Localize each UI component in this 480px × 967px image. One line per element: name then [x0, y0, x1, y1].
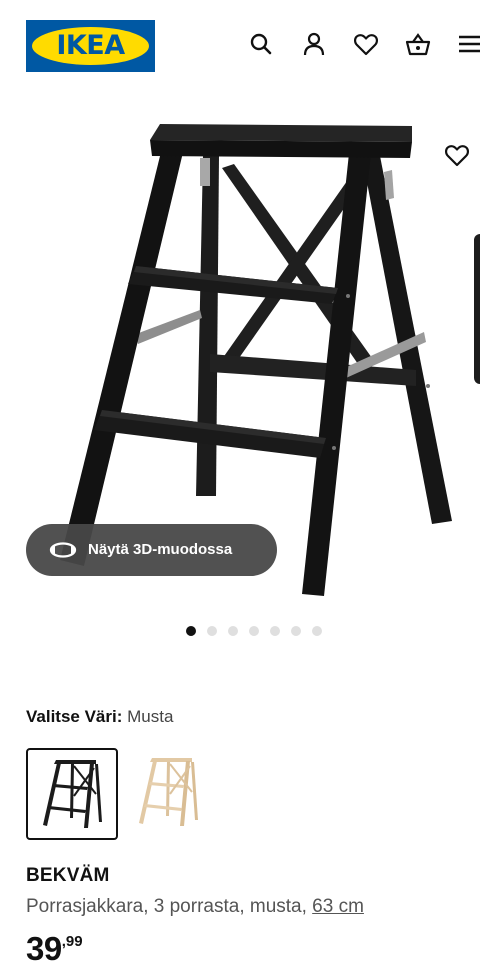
pagination-dot-6[interactable] — [291, 626, 301, 636]
view-in-3d-label: Näytä 3D-muodossa — [88, 541, 233, 558]
pagination-dot-2[interactable] — [207, 626, 217, 636]
pagination-dot-4[interactable] — [249, 626, 259, 636]
pagination-dot-3[interactable] — [228, 626, 238, 636]
account-icon[interactable] — [300, 30, 328, 58]
price-integer: 39 — [26, 930, 62, 967]
menu-icon[interactable] — [456, 30, 480, 58]
heart-icon — [445, 145, 469, 167]
color-option-black[interactable] — [26, 748, 118, 840]
color-selector-key: Valitse Väri: — [26, 707, 123, 726]
product-name: BEKVÄM — [26, 865, 110, 886]
site-header: IKEA — [0, 0, 480, 96]
color-selector-value: Musta — [127, 707, 174, 726]
product-size-link[interactable]: 63 cm — [312, 896, 364, 917]
pagination-dot-5[interactable] — [270, 626, 280, 636]
product-description: Porrasjakkara, 3 porrasta, musta, 63 cm — [26, 896, 364, 918]
search-icon[interactable] — [247, 30, 275, 58]
price-decimals: ,99 — [61, 933, 83, 950]
logo-text: IKEA — [56, 30, 125, 61]
view-in-3d-button[interactable]: Näytä 3D-muodossa — [26, 524, 277, 576]
favourites-icon[interactable] — [352, 30, 380, 58]
product-price: 39,99 — [26, 930, 83, 967]
pagination-dot-1[interactable] — [186, 626, 196, 636]
product-description-text: Porrasjakkara, 3 porrasta, musta, — [26, 896, 313, 917]
color-option-birch[interactable] — [124, 748, 216, 840]
add-to-favourites-button[interactable] — [443, 141, 471, 169]
shopping-basket-icon[interactable] — [404, 30, 432, 58]
ikea-logo[interactable]: IKEA — [26, 20, 155, 72]
rotate-3d-icon — [48, 536, 78, 564]
pagination-dot-7[interactable] — [312, 626, 322, 636]
birch-stepladder-thumbnail — [139, 758, 198, 826]
color-selector-label: Valitse Väri: Musta — [26, 707, 173, 727]
product-image-gallery[interactable]: Näytä 3D-muodossa — [0, 96, 480, 611]
black-stepladder-thumbnail — [43, 760, 102, 828]
